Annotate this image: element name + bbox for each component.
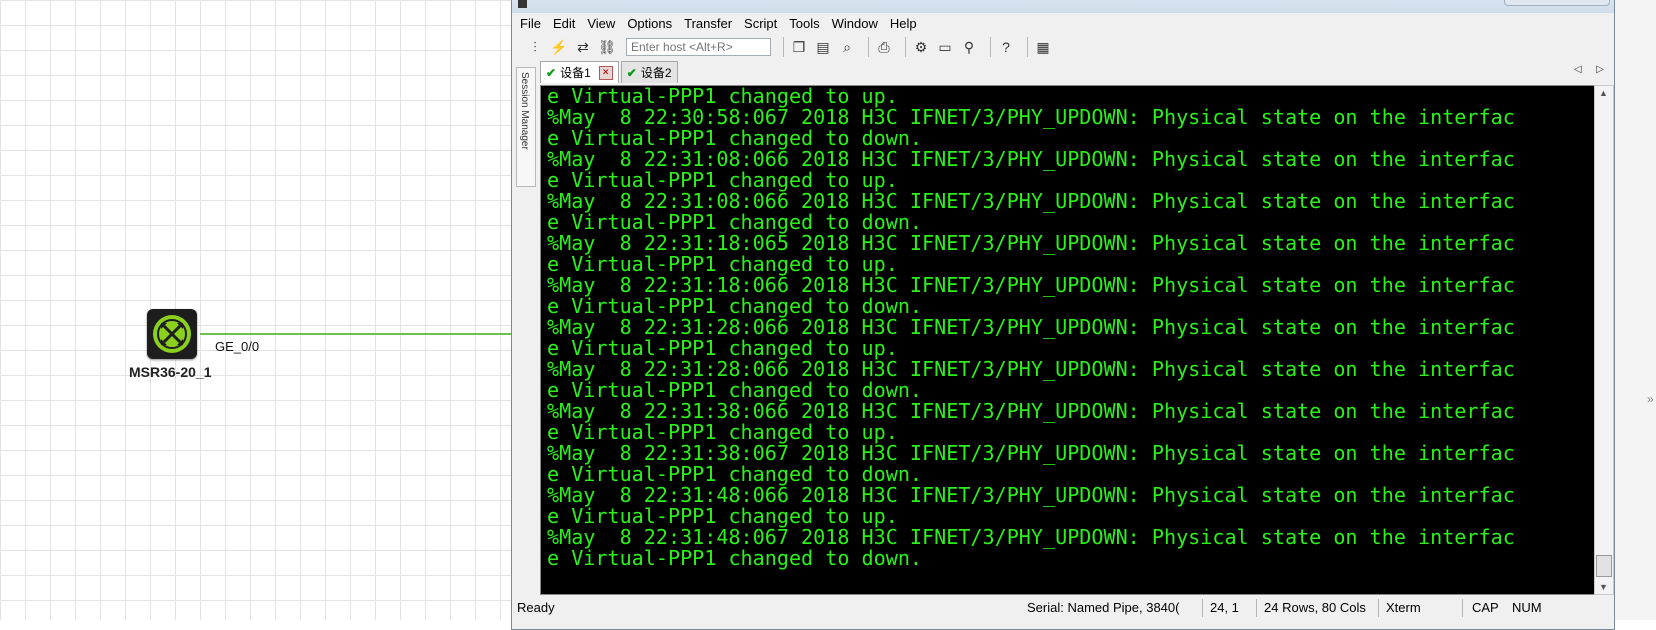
status-bar: Ready Serial: Named Pipe, 3840( 24, 1 24… [512,597,1614,621]
window-titlebar[interactable] [512,0,1614,13]
tab-navigation: ◁ ▷ [1562,64,1604,75]
print-icon[interactable]: ⎙ [875,38,893,56]
paste-icon[interactable]: ▤ [814,38,832,56]
menu-script[interactable]: Script [744,16,777,31]
menu-view[interactable]: View [587,16,615,31]
menu-window[interactable]: Window [832,16,878,31]
menu-edit[interactable]: Edit [553,16,575,31]
menu-help[interactable]: Help [890,16,917,31]
toolbar-separator [905,37,906,57]
status-num: NUM [1512,600,1542,615]
device-label[interactable]: MSR36-20_1 [129,364,212,380]
connect-icon[interactable]: ⫶ [526,38,544,56]
toolbar-separator [1027,37,1028,57]
toolbar: ⫶ ⚡ ⇄ ⛓ ❐ ▤ ⌕ ⎙ ⚙ ▭ ⚲ ? ▦ [512,34,1614,60]
session-tabs: ✔ 设备1 ✕ ✔ 设备2 [540,61,680,83]
status-cursor: 24, 1 [1210,600,1239,615]
check-icon: ✔ [626,65,637,80]
app-icon [518,0,527,8]
host-input[interactable] [626,38,771,56]
toolbar-separator [868,37,869,57]
menu-transfer[interactable]: Transfer [684,16,732,31]
router-icon[interactable] [147,309,197,359]
tab-prev-icon[interactable]: ◁ [1574,64,1582,75]
scroll-up-icon[interactable]: ▲ [1599,88,1608,98]
terminal-output[interactable]: e Virtual-PPP1 changed to up. %May 8 22:… [540,85,1595,595]
copy-icon[interactable]: ❐ [790,38,808,56]
securecrt-window: File Edit View Options Transfer Script T… [511,0,1615,630]
right-panel-edge: » [1611,0,1656,620]
tab-device2[interactable]: ✔ 设备2 [620,61,678,83]
window-controls[interactable] [1504,0,1610,6]
tab-label: 设备1 [560,66,591,80]
tab-next-icon[interactable]: ▷ [1596,64,1604,75]
terminal-scrollbar[interactable]: ▲ ▼ [1594,85,1614,595]
status-caps: CAP [1472,600,1499,615]
check-icon: ✔ [546,65,557,80]
session-manager-tab[interactable]: Session Manager [516,67,536,187]
key-icon[interactable]: ⚲ [960,38,978,56]
menu-file[interactable]: File [520,16,541,31]
session-manager-label: Session Manager [519,72,530,150]
link-icon[interactable]: ⛓ [598,38,616,56]
tab-device1[interactable]: ✔ 设备1 ✕ [540,61,619,83]
network-link[interactable] [200,333,516,335]
help-icon[interactable]: ? [997,38,1015,56]
quick-connect-icon[interactable]: ⚡ [550,38,568,56]
tab-label: 设备2 [640,66,672,80]
status-serial: Serial: Named Pipe, 3840( [1027,600,1180,615]
settings-icon[interactable]: ⚙ [912,38,930,56]
keymap-icon[interactable]: ▭ [936,38,954,56]
terminal-text: e Virtual-PPP1 changed to up. %May 8 22:… [547,85,1515,570]
calculator-icon[interactable]: ▦ [1034,38,1052,56]
menu-options[interactable]: Options [627,16,672,31]
menu-tools[interactable]: Tools [789,16,819,31]
status-term: Xterm [1386,600,1421,615]
close-icon[interactable]: ✕ [598,65,613,80]
reconnect-icon[interactable]: ⇄ [574,38,592,56]
menu-bar: File Edit View Options Transfer Script T… [512,13,1614,34]
status-state: Ready [517,600,555,615]
status-size: 24 Rows, 80 Cols [1264,600,1366,615]
find-icon[interactable]: ⌕ [838,38,856,56]
toolbar-separator [990,37,991,57]
scroll-thumb[interactable] [1596,555,1612,577]
toolbar-separator [783,37,784,57]
port-label: GE_0/0 [215,339,260,354]
scroll-down-icon[interactable]: ▼ [1599,582,1608,592]
chevron-right-icon[interactable]: » [1647,392,1654,406]
